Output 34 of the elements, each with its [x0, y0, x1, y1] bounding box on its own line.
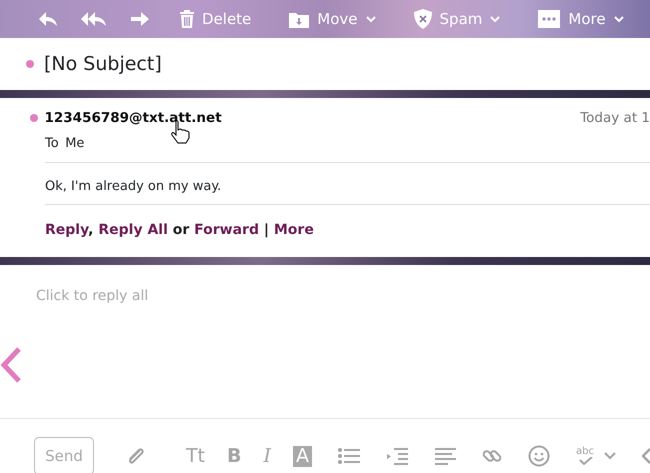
- action-link[interactable]: Reply: [45, 222, 88, 238]
- message-actions: Reply, Reply All or Forward | More: [45, 221, 314, 240]
- dots-icon: [538, 10, 560, 28]
- bold-button[interactable]: B: [227, 437, 242, 473]
- bullet-list-icon: [338, 447, 360, 465]
- back-chevron-icon[interactable]: [0, 347, 22, 383]
- check-icon: [577, 457, 593, 465]
- folder-icon: [289, 10, 310, 28]
- recipient-name: Me: [65, 135, 84, 154]
- spam-menu-button[interactable]: Spam: [406, 0, 508, 38]
- move-menu-button[interactable]: Move: [281, 0, 384, 38]
- subject-title: [No Subject]: [44, 52, 162, 77]
- to-label: To: [45, 135, 59, 154]
- shield-icon: [414, 9, 432, 29]
- italic-button[interactable]: I: [264, 437, 272, 473]
- align-left-icon: [434, 447, 456, 465]
- delete-menu-button[interactable]: Delete: [172, 0, 260, 38]
- text-size-button[interactable]: Tt: [186, 437, 206, 473]
- left-chevron-icon: [642, 448, 650, 464]
- sender-address: 123456789@txt.att.net: [44, 109, 222, 128]
- reply-all-icon[interactable]: [80, 11, 108, 27]
- action-link[interactable]: Reply All: [98, 222, 168, 238]
- action-link[interactable]: Forward: [194, 222, 259, 238]
- spellcheck-button[interactable]: abc: [576, 437, 594, 473]
- forward-arrow-icon[interactable]: [130, 11, 150, 27]
- reply-arrow-icon[interactable]: [38, 11, 58, 27]
- more-menu-button[interactable]: More: [530, 0, 632, 38]
- caret-icon: [604, 452, 616, 460]
- message-time: Today at 1: [580, 109, 650, 128]
- message-body: Ok, I'm already on my way.: [45, 178, 222, 196]
- action-link[interactable]: More: [274, 222, 314, 238]
- trash-icon: [180, 10, 194, 28]
- indent-icon: [386, 447, 408, 465]
- smiley-icon: [528, 445, 550, 467]
